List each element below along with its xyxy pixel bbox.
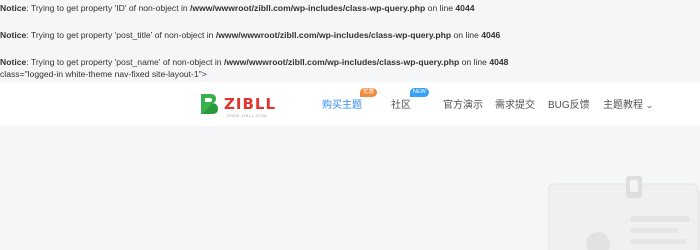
chevron-down-icon: ⌄ <box>644 101 654 110</box>
nav-item-label: 官方演示 <box>443 100 483 111</box>
nav-item-label: BUG反馈 <box>548 100 590 111</box>
site-header: ZIBLL WWW.ZIBLL.COM 购买主题 优惠 社区 NEW 官方演示 … <box>0 82 700 126</box>
nav-item-label: 购买主题 <box>322 100 362 111</box>
zibll-logo-icon <box>201 94 218 114</box>
nav-item-bug-feedback[interactable]: BUG反馈 <box>548 96 590 111</box>
php-notice: Notice: Trying to get property 'post_nam… <box>0 57 509 67</box>
php-notice: Notice: Trying to get property 'ID' of n… <box>0 3 475 13</box>
promo-badge: 优惠 <box>360 88 378 97</box>
php-notice-area: Notice: Trying to get property 'ID' of n… <box>0 0 700 82</box>
nav-item-request-submit[interactable]: 需求提交 <box>495 96 535 111</box>
site-logo[interactable]: ZIBLL WWW.ZIBLL.COM <box>198 92 280 118</box>
nav-item-label: 主题教程 <box>603 100 643 111</box>
nav-item-buy-theme[interactable]: 购买主题 优惠 <box>322 88 378 111</box>
new-badge: NEW <box>410 88 429 97</box>
nav-item-label: 社区 <box>391 100 411 111</box>
leaked-html-attribute: class="logged-in white-theme nav-fixed s… <box>0 69 207 79</box>
logo-text: ZIBLL <box>224 95 277 113</box>
nav-item-official-demo[interactable]: 官方演示 <box>443 96 483 111</box>
logo-subtext: WWW.ZIBLL.COM <box>227 113 267 118</box>
nav-item-theme-tutorials[interactable]: 主题教程 ⌄ <box>603 96 654 111</box>
nav-item-community[interactable]: 社区 NEW <box>391 88 429 111</box>
id-card-illustration <box>548 176 700 250</box>
nav-item-label: 需求提交 <box>495 100 535 111</box>
php-notice: Notice: Trying to get property 'post_tit… <box>0 30 501 40</box>
